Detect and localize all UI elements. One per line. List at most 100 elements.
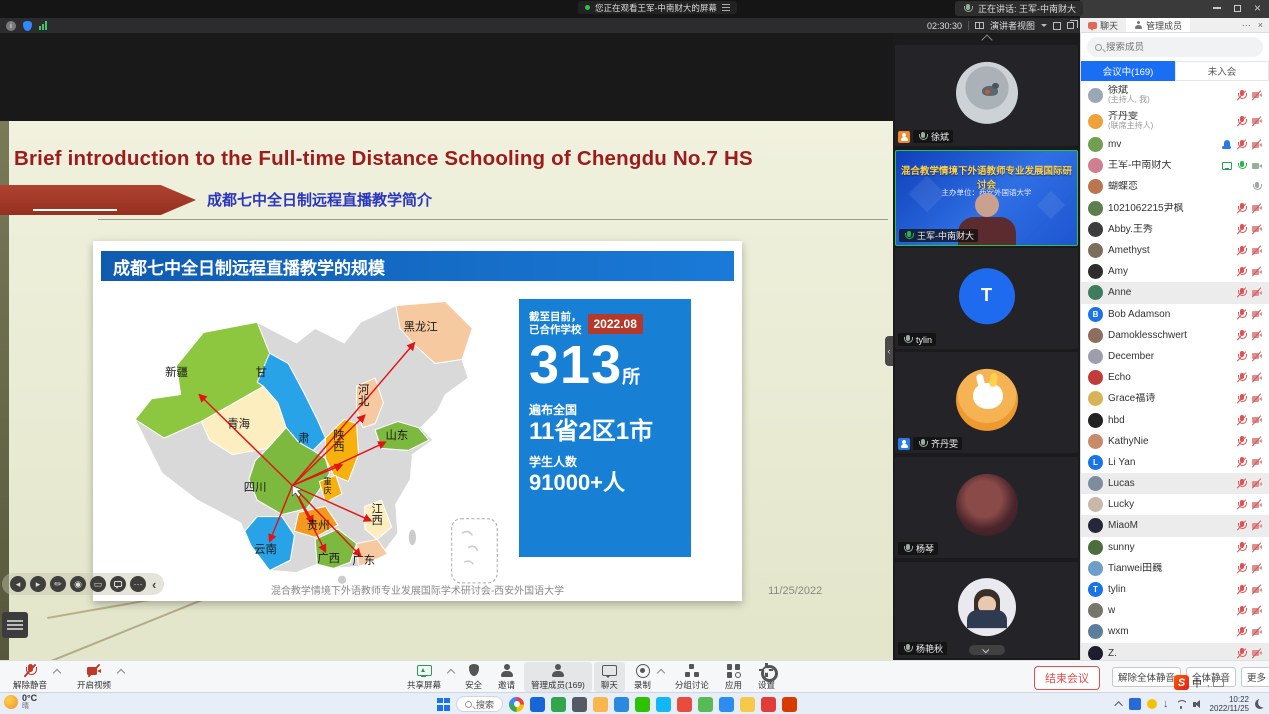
caret-up-icon[interactable] [117,669,125,677]
meeting-tray-icon[interactable] [1129,698,1141,710]
caret-up-icon[interactable] [657,669,665,677]
ime-keyboard-icon[interactable] [1213,679,1224,687]
member-row[interactable]: Grace福诗 [1081,388,1269,409]
ime-bar[interactable]: S 中 ’, [1174,675,1224,690]
taskbar-app-9[interactable] [698,697,713,712]
toolbar-breakout-button[interactable]: 分组讨论 [668,662,716,692]
security-shield-icon[interactable] [23,21,32,31]
toolbar-record-button[interactable]: 录制 [627,662,658,692]
laser-tool-button[interactable]: ◉ [70,576,86,592]
video-tile[interactable]: 齐丹雯 [895,352,1078,453]
taskbar-weather[interactable]: 0°C 晴 [4,694,37,711]
panel-footer-button-2[interactable]: 更多 [1241,667,1269,687]
member-row[interactable]: sunny [1081,537,1269,558]
member-row[interactable]: hbd [1081,409,1269,430]
taskbar-app-0[interactable] [509,697,524,712]
taskbar-app-3[interactable] [572,697,587,712]
volume-icon[interactable] [1193,699,1204,710]
previous-tool-button[interactable]: ◂ [10,576,26,592]
strip-collapse-handle[interactable]: ‹ [885,336,893,366]
strip-scroll-down-button[interactable] [969,645,1005,655]
taskbar-app-7[interactable] [656,697,671,712]
tab-in-meeting[interactable]: 会议中(169) [1081,61,1175,81]
video-tile[interactable]: 徐斌 [895,45,1078,146]
fullscreen-icon[interactable] [1053,22,1061,30]
taskbar-search[interactable]: 搜索 [456,696,503,712]
taskbar-app-12[interactable] [761,697,776,712]
toolbar-shield-button[interactable]: 安全 [458,662,489,692]
view-mode-caret-icon[interactable] [1041,24,1047,27]
member-search[interactable] [1087,37,1263,57]
ime-mode[interactable]: 中 [1192,675,1202,690]
toolbar-cam-button[interactable]: 开启视频 [70,662,118,692]
toolbar-chat-button[interactable]: 聊天 [594,662,625,692]
strip-scroll-up-icon[interactable] [981,34,992,45]
search-input[interactable] [1106,42,1255,53]
tab-chat[interactable]: 聊天 [1080,18,1126,32]
member-row[interactable]: Abby.王秀 [1081,219,1269,240]
taskbar-app-13[interactable] [782,697,797,712]
taskbar-app-11[interactable] [740,697,755,712]
member-row[interactable]: MiaoM [1081,515,1269,536]
member-row[interactable]: 王军-中南财大 [1081,155,1269,176]
panel-more-icon[interactable]: ⋯ [1242,20,1251,31]
member-row[interactable]: Tianwei田巍 [1081,558,1269,579]
taskbar-app-4[interactable] [593,697,608,712]
member-row[interactable]: w [1081,600,1269,621]
download-icon[interactable]: ↓ [1163,699,1169,709]
video-tile[interactable]: T tylin [895,248,1078,349]
member-row[interactable]: wxm [1081,621,1269,642]
member-row[interactable]: mv [1081,134,1269,155]
video-tile-active-speaker[interactable]: 混合教学情境下外语教师专业发展国际研讨会 主办单位：西安外国语大学 王军-中南财… [895,150,1078,246]
thumbnail-list-toggle[interactable] [2,612,28,638]
taskbar-app-5[interactable] [614,697,629,712]
video-tile[interactable]: 杨艳秋 [895,562,1078,658]
member-row[interactable]: December [1081,346,1269,367]
view-mode-label[interactable]: 演讲者视图 [990,19,1035,32]
toolbar-invite-button[interactable]: 邀请 [491,662,522,692]
taskbar-app-6[interactable] [635,697,650,712]
member-row[interactable]: Lucas [1081,473,1269,494]
toolbar-apps-button[interactable]: 应用 [718,662,749,692]
popout-icon[interactable] [1067,22,1074,29]
screen-tool-button[interactable]: ▭ [90,576,106,592]
tray-app-icon[interactable] [1147,699,1157,709]
play-tool-button[interactable]: ▸ [30,576,46,592]
sogou-logo-icon[interactable]: S [1174,675,1189,690]
member-row[interactable]: 徐斌 (主持人, 我) [1081,82,1269,108]
tab-members[interactable]: 管理成员 [1126,18,1190,32]
tab-not-joined[interactable]: 未入会 [1175,61,1269,81]
end-meeting-button[interactable]: 结束会议 [1034,666,1100,690]
meeting-info-icon[interactable]: i [6,21,16,31]
member-row[interactable]: B Bob Adamson [1081,304,1269,325]
wifi-icon[interactable] [1175,699,1187,709]
toolbar-gear-button[interactable]: 设置 [751,662,782,692]
minimize-button[interactable] [1213,7,1221,9]
member-row[interactable]: Amy [1081,261,1269,282]
member-row[interactable]: Damoklesschwert [1081,325,1269,346]
more-tool-button[interactable]: ⋯ [130,576,146,592]
taskbar-app-1[interactable] [530,697,545,712]
member-row[interactable]: T tylin [1081,579,1269,600]
toolbar-screen-button[interactable]: 共享屏幕 [400,662,448,692]
caret-up-icon[interactable] [53,669,61,677]
member-row[interactable]: Lucky [1081,494,1269,515]
member-row[interactable]: 蝴蝶恋 [1081,176,1269,197]
start-button[interactable] [437,698,450,711]
maximize-button[interactable] [1234,5,1241,12]
member-row[interactable]: L Li Yan [1081,452,1269,473]
taskbar-app-10[interactable] [719,697,734,712]
comment-tool-button[interactable] [110,576,126,592]
toolbar-mic-button[interactable]: 解除静音 [6,662,54,692]
focus-assist-icon[interactable] [1255,699,1265,709]
video-tile[interactable]: 杨琴 [895,457,1078,558]
caret-up-icon[interactable] [447,669,455,677]
clock[interactable]: 10:22 2022/11/25 [1210,695,1249,713]
tray-expand-icon[interactable] [1114,701,1122,709]
pen-tool-button[interactable]: ✏ [50,576,66,592]
panel-footer-button-0[interactable]: 解除全体静音 [1112,667,1181,687]
member-row[interactable]: 齐丹雯 (联席主持人) [1081,108,1269,134]
toolbar-members-button[interactable]: 管理成员(169) [524,662,592,692]
panel-close-icon[interactable]: × [1258,20,1263,30]
member-row[interactable]: Anne [1081,282,1269,303]
